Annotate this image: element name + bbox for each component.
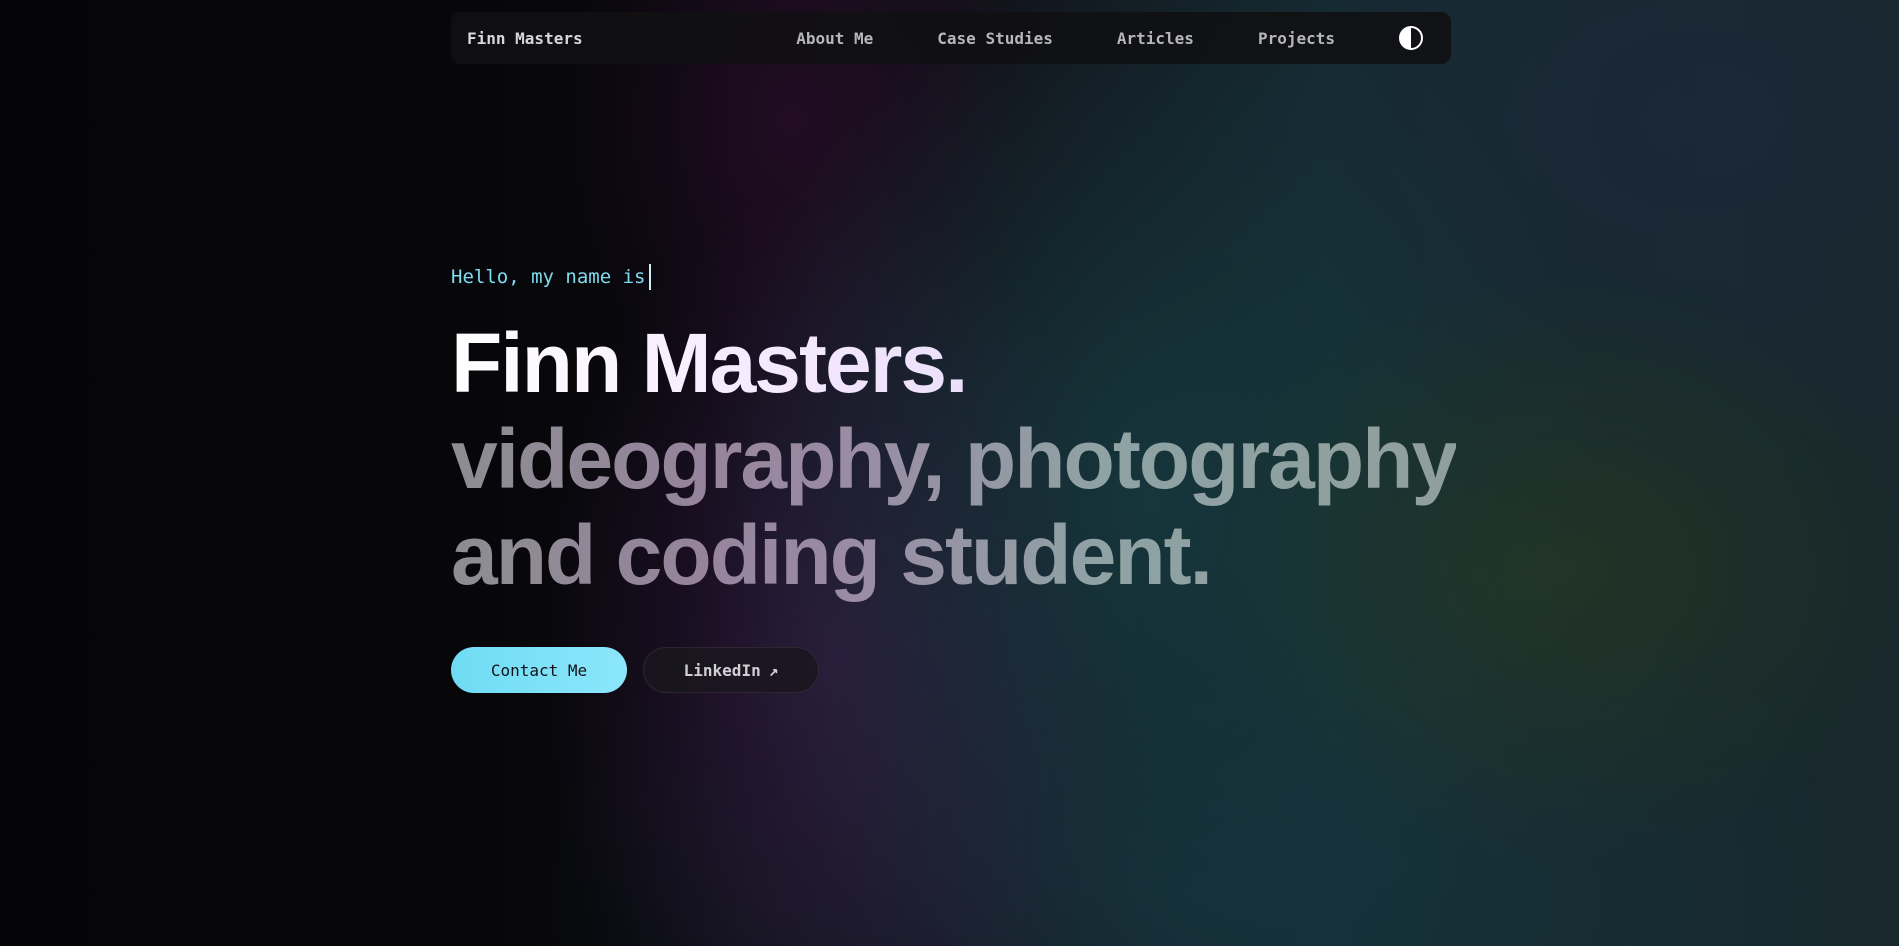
top-navbar: Finn Masters About Me Case Studies Artic… [451, 12, 1451, 64]
nav-link-about-me[interactable]: About Me [796, 29, 873, 48]
brand-link[interactable]: Finn Masters [467, 29, 583, 48]
linkedin-label: LinkedIn [683, 660, 761, 680]
contact-me-button[interactable]: Contact Me [451, 647, 627, 693]
nav-link-projects[interactable]: Projects [1258, 29, 1335, 48]
greeting-line: Hello, my name is [451, 263, 1456, 291]
greeting-text: Hello, my name is [451, 266, 646, 288]
hero-tagline-line-2: and coding student. [451, 507, 1456, 603]
nav-link-case-studies[interactable]: Case Studies [937, 29, 1053, 48]
hero-section: Hello, my name is Finn Masters. videogra… [451, 263, 1458, 603]
hero-actions: Contact Me LinkedIn ↗ [451, 647, 819, 693]
external-arrow-icon: ↗ [768, 660, 779, 680]
hero-tagline-line-1: videography, photography [451, 412, 1458, 506]
linkedin-button[interactable]: LinkedIn ↗ [643, 647, 819, 693]
nav-links: About Me Case Studies Articles Projects [796, 29, 1335, 48]
hero-name: Finn Masters. [451, 315, 1456, 411]
nav-link-articles[interactable]: Articles [1117, 29, 1194, 48]
typing-cursor [649, 264, 652, 290]
theme-toggle-icon[interactable] [1399, 26, 1423, 50]
